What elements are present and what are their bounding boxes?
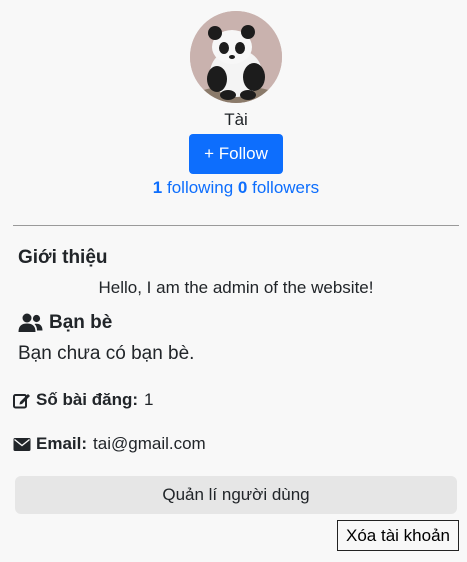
avatar — [190, 11, 282, 103]
email-row: Email: tai@gmail.com — [13, 434, 206, 454]
intro-title: Giới thiệu — [18, 247, 108, 268]
delete-account-button[interactable]: Xóa tài khoản — [337, 520, 459, 551]
follow-stats: 1 following 0 followers — [0, 178, 467, 198]
posts-count-label: Số bài đăng: — [36, 390, 138, 409]
posts-count-row: Số bài đăng: 1 — [13, 390, 153, 410]
posts-count-value: 1 — [144, 390, 154, 409]
follow-button[interactable]: + Follow — [189, 134, 283, 174]
friends-empty-text: Bạn chưa có bạn bè. — [18, 343, 195, 364]
friends-title-label: Bạn bè — [49, 312, 113, 333]
panda-avatar-image — [190, 11, 282, 103]
intro-text: Hello, I am the admin of the website! — [98, 278, 374, 297]
divider — [13, 225, 459, 226]
email-value: tai@gmail.com — [93, 434, 206, 453]
users-icon — [18, 313, 43, 332]
followers-link[interactable]: followers — [252, 178, 319, 197]
following-count: 1 — [152, 178, 163, 197]
friends-title: Bạn bè — [18, 312, 112, 334]
username: Tài — [224, 110, 248, 129]
followers-count: 0 — [237, 178, 248, 197]
edit-icon — [13, 393, 30, 408]
email-label: Email: — [36, 434, 88, 453]
following-link[interactable]: following — [167, 178, 233, 197]
manage-users-button[interactable]: Quản lí người dùng — [15, 476, 457, 514]
envelope-icon — [13, 437, 31, 451]
